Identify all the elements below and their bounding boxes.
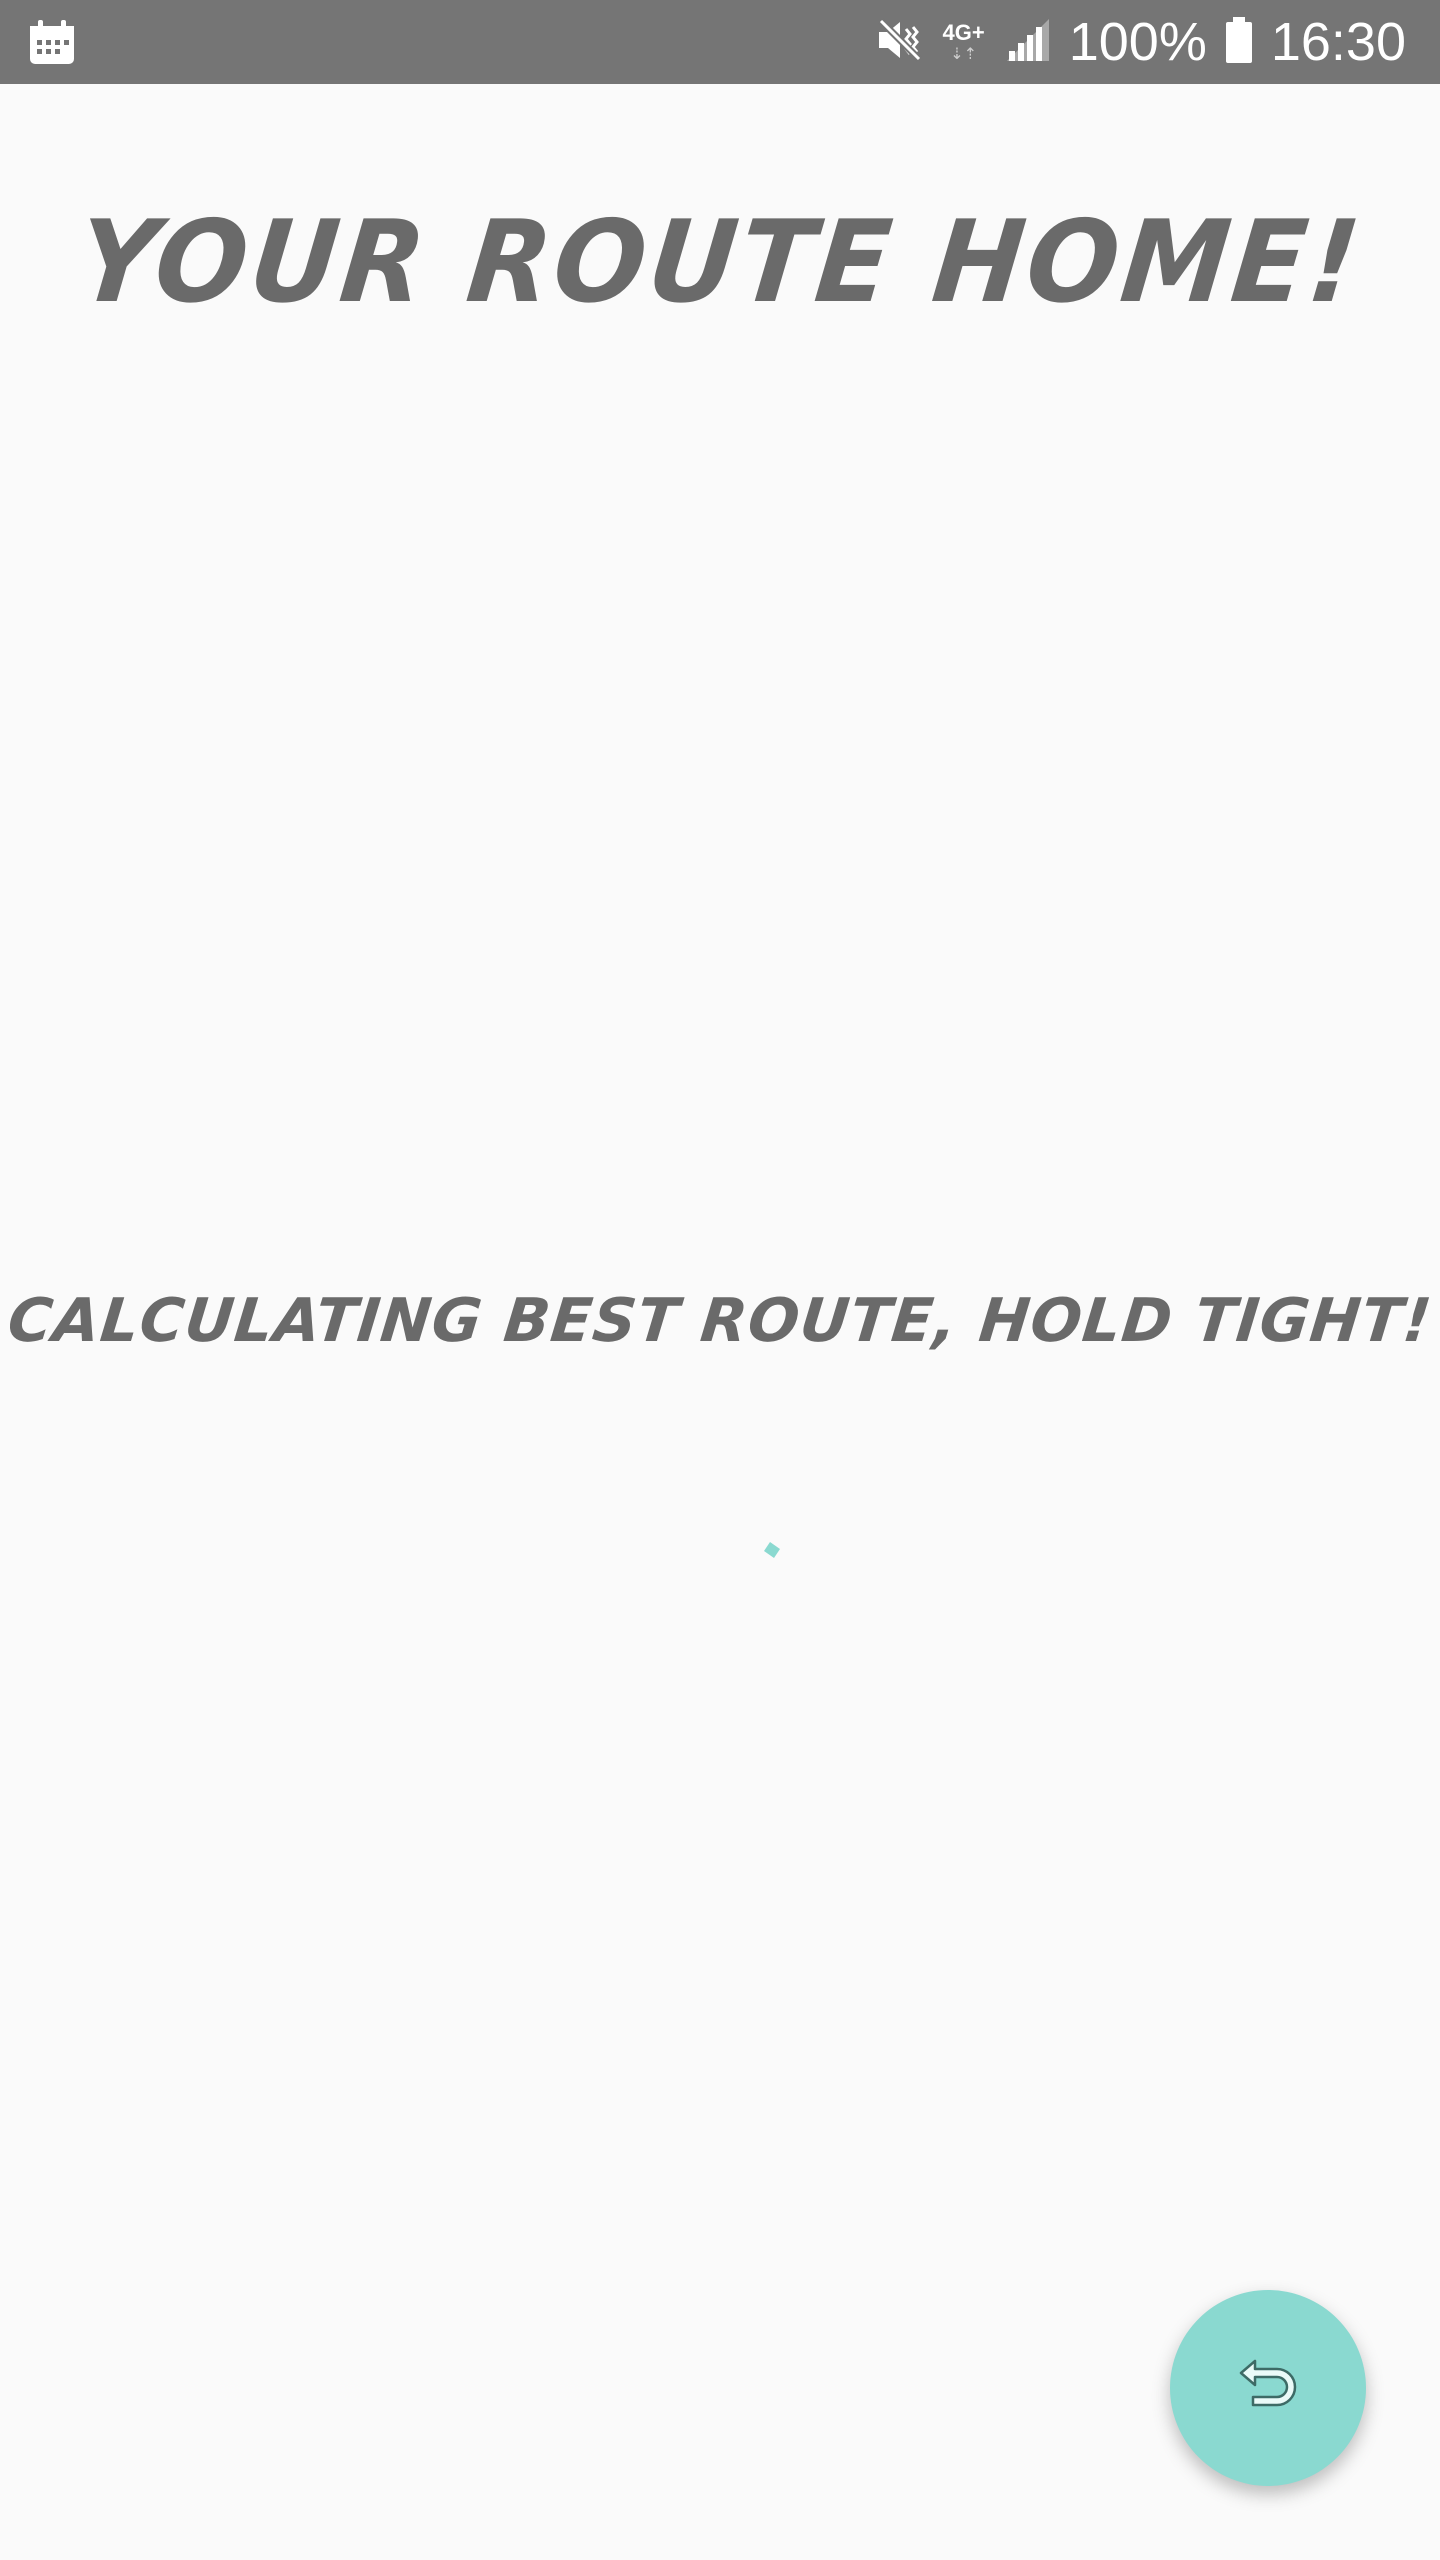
status-right: 4G+ ⇣⇡ 100% 16:30 bbox=[875, 0, 1406, 84]
return-arrow-icon bbox=[1233, 2353, 1303, 2423]
page-title: YOUR ROUTE HOME! bbox=[71, 196, 1369, 329]
mute-icon bbox=[875, 15, 925, 69]
battery-percentage: 100% bbox=[1068, 12, 1207, 72]
calendar-icon bbox=[28, 20, 76, 70]
screen: 4G+ ⇣⇡ 100% 16:30 YOUR ROUTE HOME! CALCU… bbox=[0, 0, 1440, 2560]
battery-icon bbox=[1225, 17, 1253, 67]
status-left bbox=[28, 18, 76, 70]
return-button[interactable] bbox=[1170, 2290, 1366, 2486]
clock: 16:30 bbox=[1270, 12, 1406, 72]
network-type-label: 4G+ bbox=[942, 20, 985, 45]
network-type-icon: 4G+ ⇣⇡ bbox=[943, 22, 985, 62]
network-arrows: ⇣⇡ bbox=[950, 44, 978, 63]
loading-spinner-icon bbox=[762, 1540, 782, 1560]
signal-icon bbox=[1005, 17, 1051, 67]
loading-message: CALCULATING BEST ROUTE, HOLD TIGHT! bbox=[4, 1286, 1436, 1356]
status-bar: 4G+ ⇣⇡ 100% 16:30 bbox=[0, 0, 1440, 84]
